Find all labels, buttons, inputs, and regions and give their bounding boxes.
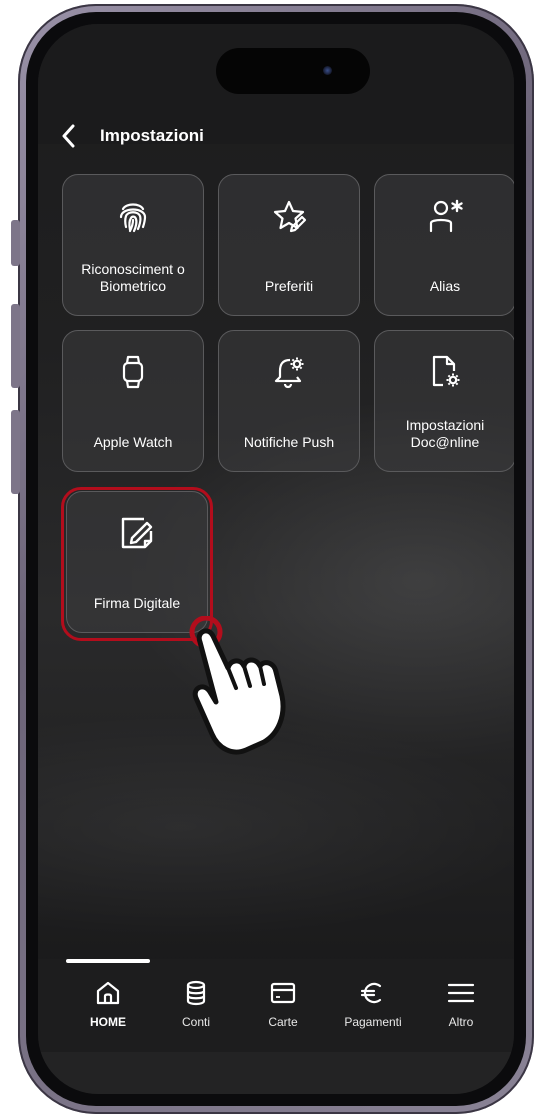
chevron-left-icon <box>62 124 75 148</box>
dynamic-island <box>216 48 370 94</box>
side-button <box>11 220 20 266</box>
tile-biometric[interactable]: Riconosciment o Biometrico <box>62 174 204 316</box>
phone-bezel: Impostazioni Riconosciment o Biometrico <box>26 12 526 1106</box>
home-icon <box>96 981 120 1005</box>
tap-hand-icon <box>189 616 286 755</box>
nav-pagamenti[interactable]: Pagamenti <box>333 979 413 1029</box>
home-indicator-area <box>38 1052 514 1094</box>
tile-docnline-settings[interactable]: Impostazioni Doc@nline <box>374 330 514 472</box>
document-gear-icon <box>432 355 460 387</box>
tile-apple-watch[interactable]: Apple Watch <box>62 330 204 472</box>
bell-gear-icon <box>274 357 304 389</box>
database-icon <box>186 980 206 1006</box>
tile-label: Notifiche Push <box>243 434 335 450</box>
nav-label: Pagamenti <box>344 1015 402 1029</box>
star-edit-icon <box>273 200 307 233</box>
volume-up-button <box>11 304 20 388</box>
watch-icon <box>122 355 144 389</box>
card-icon <box>270 982 296 1004</box>
page-title: Impostazioni <box>100 126 204 145</box>
tile-label: Impostazioni Doc@nline <box>405 417 485 450</box>
camera-dot <box>323 66 332 75</box>
tile-label: Apple Watch <box>93 434 173 450</box>
nav-home[interactable]: HOME <box>68 979 148 1029</box>
tile-label: Riconosciment o Biometrico <box>81 261 185 294</box>
top-bar: Impostazioni <box>38 104 514 164</box>
nav-label: HOME <box>90 1015 126 1029</box>
euro-icon <box>360 982 382 1004</box>
active-tab-indicator <box>66 959 150 963</box>
nav-label: Carte <box>268 1015 298 1029</box>
fingerprint-icon <box>119 203 147 233</box>
user-asterisk-icon <box>429 199 463 233</box>
menu-icon <box>447 983 475 1003</box>
nav-label: Conti <box>181 1015 210 1029</box>
phone-frame: Impostazioni Riconosciment o Biometrico <box>11 4 534 1114</box>
tile-favorites[interactable]: Preferiti <box>218 174 360 316</box>
nav-conti[interactable]: Conti <box>156 979 236 1029</box>
volume-down-button <box>11 410 20 494</box>
nav-label: Altro <box>448 1015 474 1029</box>
nav-altro[interactable]: Altro <box>421 979 501 1029</box>
back-button[interactable] <box>56 122 84 150</box>
nav-carte[interactable]: Carte <box>243 979 323 1029</box>
tile-label: Preferiti <box>264 278 314 294</box>
tile-push-notifications[interactable]: Notifiche Push <box>218 330 360 472</box>
app-screen: Impostazioni Riconosciment o Biometrico <box>38 24 514 1094</box>
tile-alias[interactable]: Alias <box>374 174 514 316</box>
tile-label: Alias <box>429 278 461 294</box>
